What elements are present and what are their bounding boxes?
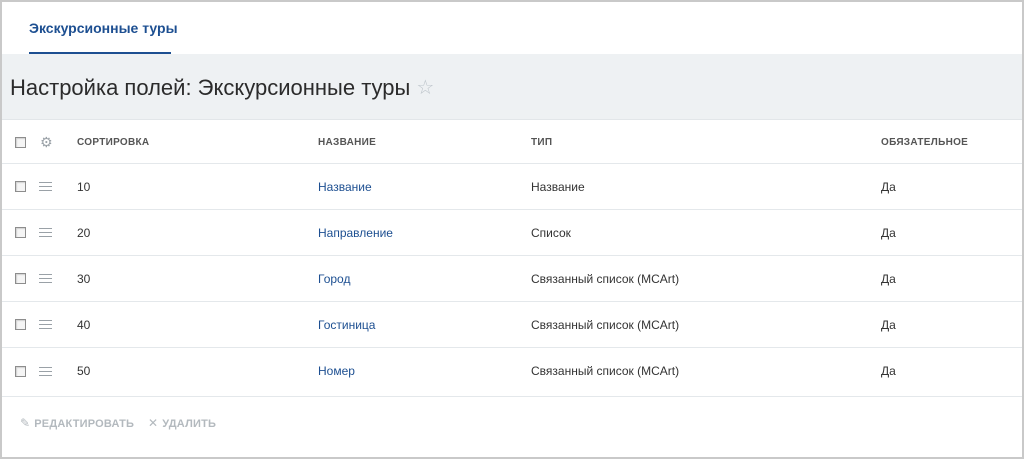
gear-icon[interactable]: ⚙ xyxy=(40,134,53,151)
edit-button[interactable]: ✎ РЕДАКТИРОВАТЬ xyxy=(20,416,134,430)
row-required: Да xyxy=(881,179,896,194)
tab-excursion-tours[interactable]: Экскурсионные туры xyxy=(29,20,178,54)
row-sort: 10 xyxy=(77,179,91,194)
row-required: Да xyxy=(881,317,896,332)
row-sort: 30 xyxy=(77,271,91,286)
row-name-link[interactable]: Направление xyxy=(318,210,393,255)
delete-button[interactable]: ✕ УДАЛИТЬ xyxy=(148,416,216,430)
row-name-link[interactable]: Номер xyxy=(318,348,355,394)
column-header-sort[interactable]: СОРТИРОВКА xyxy=(77,122,149,163)
tab-bar: Экскурсионные туры xyxy=(2,2,1022,54)
row-type: Связанный список (MCArt) xyxy=(531,317,680,332)
table-header-row: ⚙ СОРТИРОВКА НАЗВАНИЕ ТИП ОБЯЗАТЕЛЬНОЕ xyxy=(2,122,1022,164)
drag-handle-icon[interactable] xyxy=(39,274,52,283)
column-header-name[interactable]: НАЗВАНИЕ xyxy=(318,122,376,163)
row-checkbox[interactable] xyxy=(15,319,26,330)
row-sort: 40 xyxy=(77,317,91,332)
row-name-link[interactable]: Гостиница xyxy=(318,302,375,347)
row-checkbox[interactable] xyxy=(15,227,26,238)
row-type: Список xyxy=(531,225,571,240)
row-required: Да xyxy=(881,225,896,240)
drag-handle-icon[interactable] xyxy=(39,228,52,237)
row-sort: 20 xyxy=(77,225,91,240)
select-all-checkbox[interactable] xyxy=(15,137,26,148)
table-row: 50 Номер Связанный список (MCArt) Да xyxy=(2,348,1022,394)
column-header-required[interactable]: ОБЯЗАТЕЛЬНОЕ xyxy=(881,122,968,163)
row-type: Связанный список (MCArt) xyxy=(531,364,680,378)
table-row: 20 Направление Список Да xyxy=(2,210,1022,256)
edit-label: РЕДАКТИРОВАТЬ xyxy=(34,418,135,430)
page-title: Настройка полей: Экскурсионные туры xyxy=(10,75,411,100)
close-icon: ✕ xyxy=(148,416,159,430)
row-checkbox[interactable] xyxy=(15,181,26,192)
row-required: Да xyxy=(881,364,896,378)
row-type: Название xyxy=(531,179,585,194)
action-bar: ✎ РЕДАКТИРОВАТЬ ✕ УДАЛИТЬ xyxy=(2,396,1022,459)
delete-label: УДАЛИТЬ xyxy=(162,418,217,430)
row-checkbox[interactable] xyxy=(15,365,26,377)
row-type: Связанный список (MCArt) xyxy=(531,271,680,286)
drag-handle-icon[interactable] xyxy=(39,320,52,329)
pencil-icon: ✎ xyxy=(20,416,31,430)
table-row: 40 Гостиница Связанный список (MCArt) Да xyxy=(2,302,1022,348)
fields-table: ⚙ СОРТИРОВКА НАЗВАНИЕ ТИП ОБЯЗАТЕЛЬНОЕ 1… xyxy=(2,122,1022,394)
page-title-wrap: Настройка полей: Экскурсионные туры ☆ xyxy=(10,75,434,101)
table-row: 30 Город Связанный список (MCArt) Да xyxy=(2,256,1022,302)
row-sort: 50 xyxy=(77,364,91,378)
page-header: Настройка полей: Экскурсионные туры ☆ xyxy=(2,54,1022,120)
row-name-link[interactable]: Название xyxy=(318,164,372,209)
drag-handle-icon[interactable] xyxy=(39,366,52,376)
drag-handle-icon[interactable] xyxy=(39,182,52,191)
row-checkbox[interactable] xyxy=(15,273,26,284)
row-name-link[interactable]: Город xyxy=(318,256,350,301)
column-header-type[interactable]: ТИП xyxy=(531,122,552,163)
table-row: 10 Название Название Да xyxy=(2,164,1022,210)
star-icon[interactable]: ☆ xyxy=(416,75,434,100)
window-frame: Экскурсионные туры Настройка полей: Экск… xyxy=(0,0,1024,459)
row-required: Да xyxy=(881,271,896,286)
